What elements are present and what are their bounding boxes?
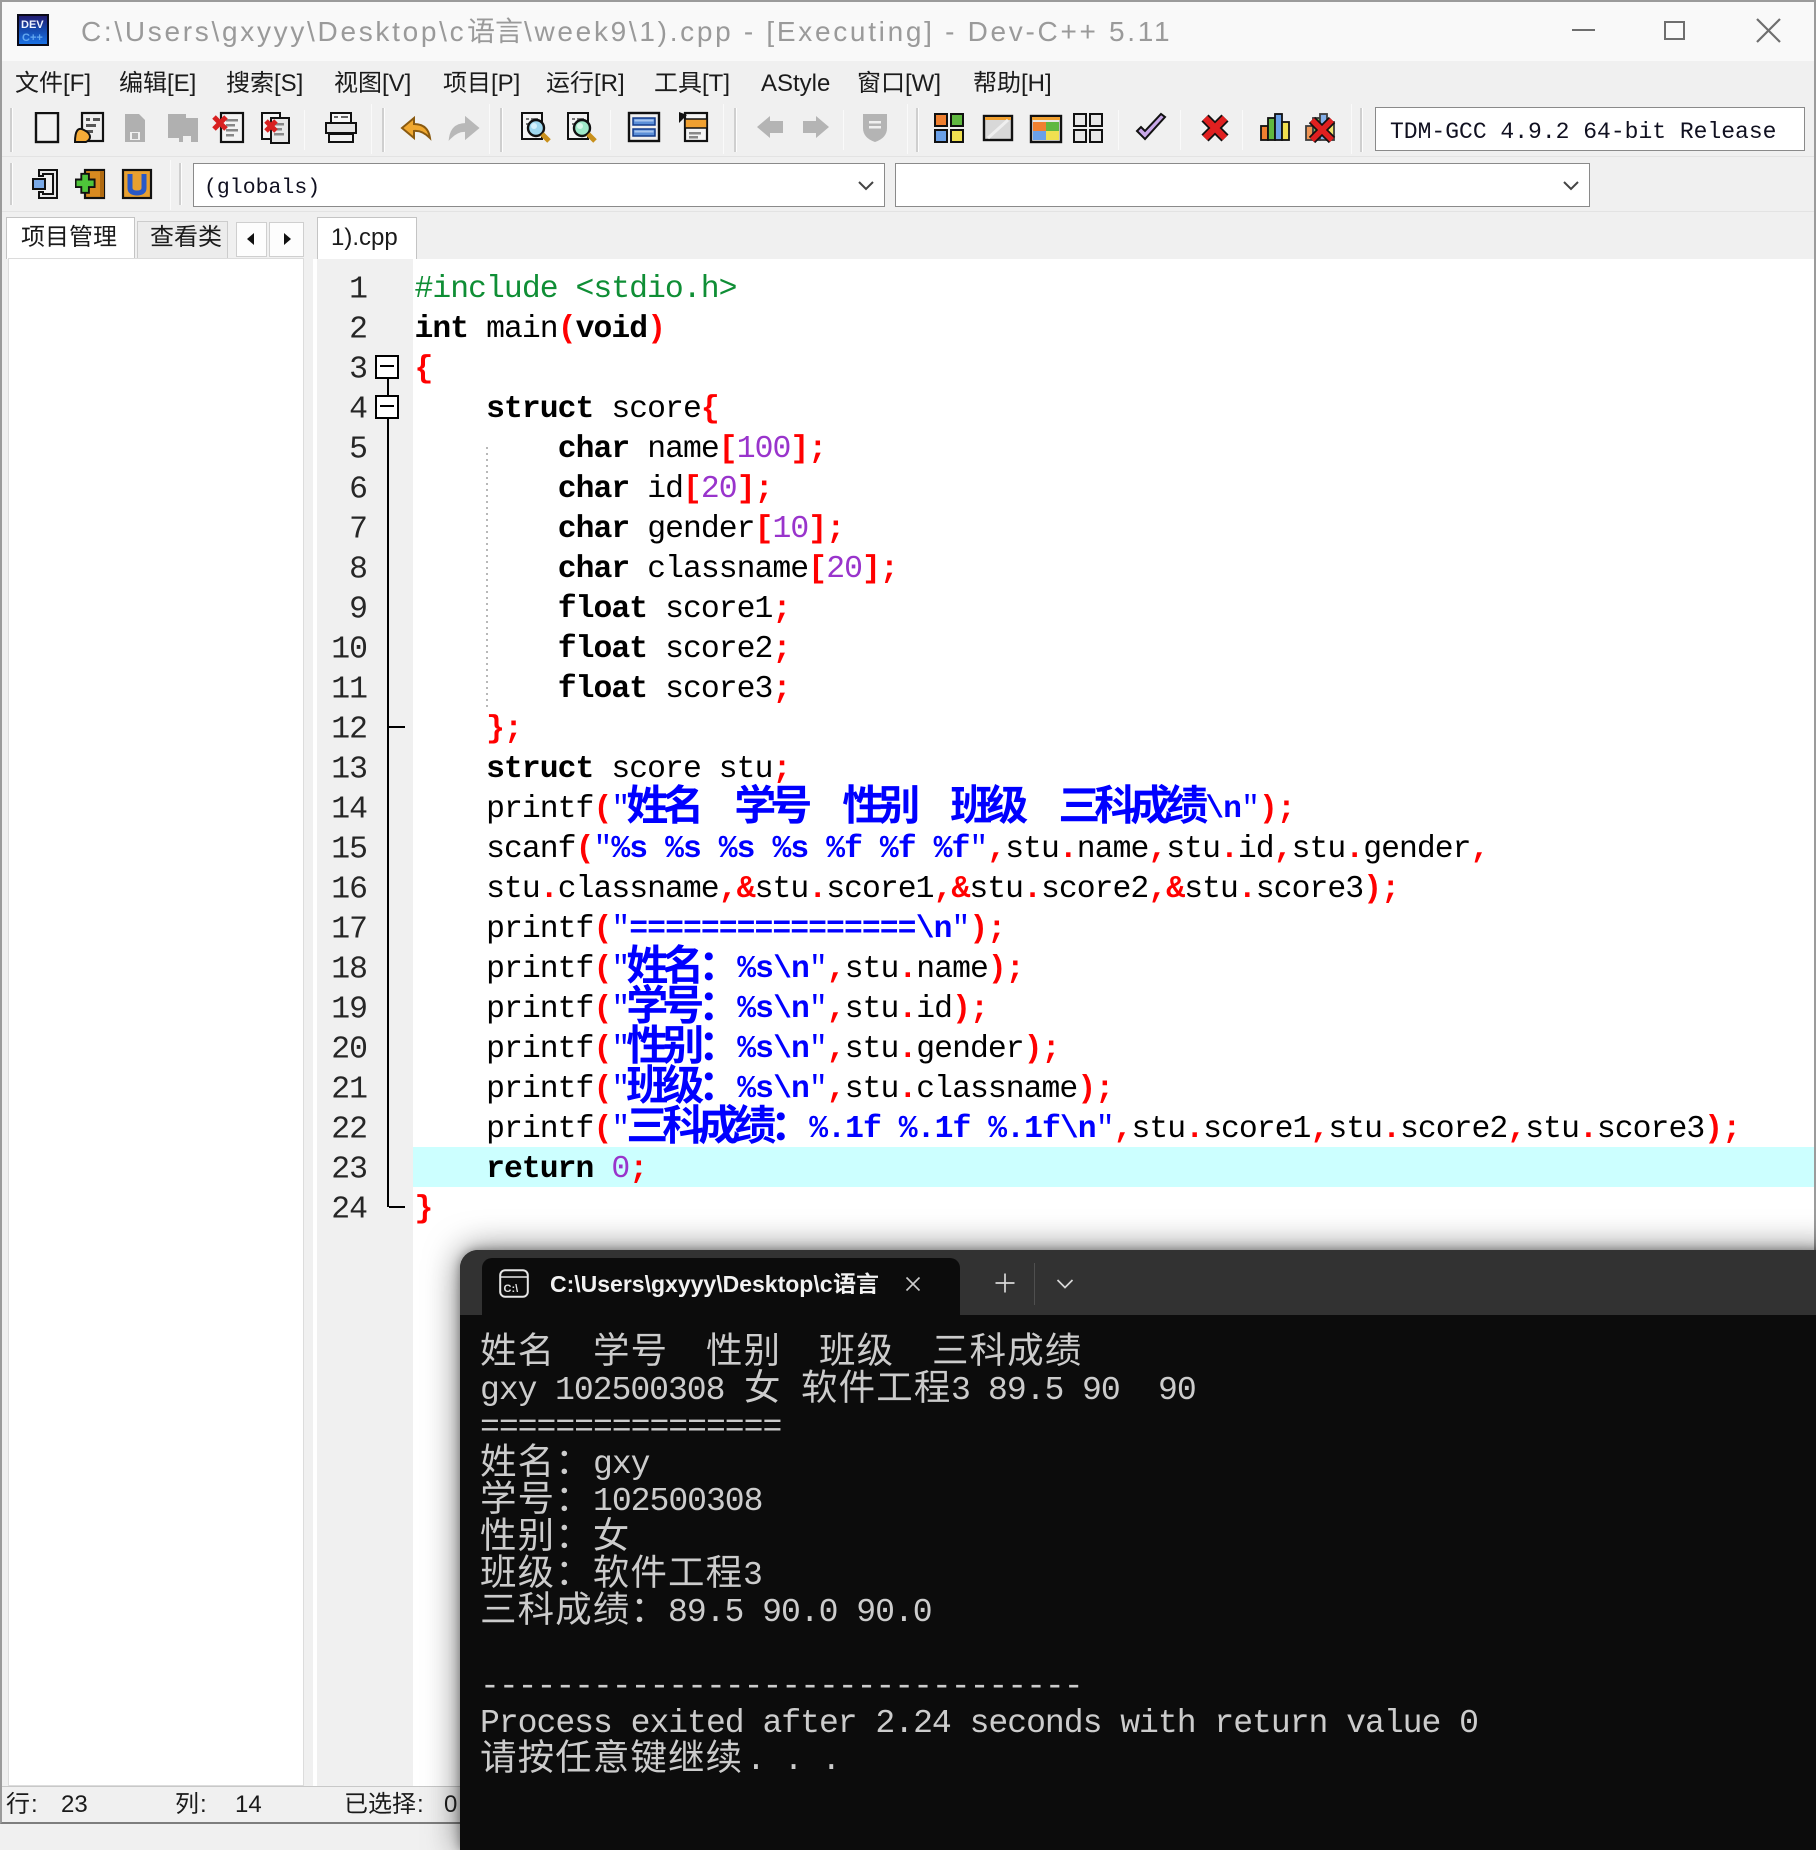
svg-text:DEV: DEV: [21, 19, 44, 31]
svg-text:C:\: C:\: [504, 1283, 519, 1295]
svg-text:C++: C++: [22, 32, 43, 44]
